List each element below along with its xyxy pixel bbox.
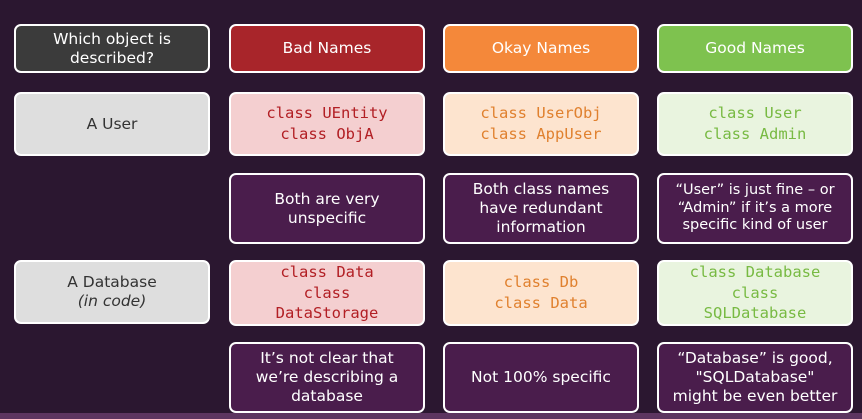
comment-line: database <box>291 386 363 405</box>
code-line: class User <box>708 104 802 123</box>
database-bad-comment: It’s not clear that we’re describing a d… <box>229 342 425 413</box>
question-header: Which object is described? <box>14 24 210 73</box>
database-bad-names: class Data class DataStorage <box>229 260 425 326</box>
user-okay-comment: Both class names have redundant informat… <box>443 173 639 244</box>
code-line: class AppUser <box>480 125 602 143</box>
row-label-database-note: (in code) <box>77 292 147 310</box>
bad-names-header: Bad Names <box>229 24 425 73</box>
comment-line: might be even better <box>672 386 838 405</box>
comment-line: information <box>496 217 586 236</box>
comment-line: “User” is just fine – or <box>675 181 835 198</box>
good-names-header: Good Names <box>657 24 853 73</box>
comment-line: unspecific <box>287 208 367 227</box>
row-label-user: A User <box>14 92 210 156</box>
code-line: class Data <box>494 294 588 312</box>
code-line: DataStorage <box>275 304 379 323</box>
database-okay-names: class Db class Data <box>443 260 639 326</box>
code-line: class <box>303 283 351 302</box>
code-line: class Db <box>503 273 579 292</box>
code-line: class Admin <box>703 125 807 143</box>
comment-line: specific kind of user <box>682 217 828 234</box>
user-good-names: class User class Admin <box>657 92 853 156</box>
database-okay-comment: Not 100% specific <box>443 342 639 413</box>
comment-line: "SQLDatabase" <box>695 368 815 387</box>
comment-line: have redundant <box>479 199 603 218</box>
row-label-user-text: A User <box>86 114 138 133</box>
okay-names-header: Okay Names <box>443 24 639 73</box>
code-line: class UserObj <box>480 104 602 123</box>
code-line: class Data <box>280 262 374 281</box>
row-label-database: A Database (in code) <box>14 260 210 324</box>
code-line: class UEntity <box>266 104 388 123</box>
video-progress-bar <box>0 413 862 419</box>
code-line: class ObjA <box>280 125 374 143</box>
comment-line: “Admin” if it’s a more <box>677 199 833 216</box>
comment-line: Both are very <box>274 189 380 208</box>
comment-line: “Database” is good, <box>677 349 833 368</box>
comment-line: Both class names <box>472 180 610 199</box>
code-line: class Database <box>689 262 821 281</box>
comment-line: we’re describing a <box>255 368 399 387</box>
question-header-line1: Which object is <box>53 29 171 48</box>
user-good-comment: “User” is just fine – or “Admin” if it’s… <box>657 173 853 244</box>
comment-line: It’s not clear that <box>260 349 394 368</box>
code-line: SQLDatabase <box>703 304 807 323</box>
user-bad-comment: Both are very unspecific <box>229 173 425 244</box>
user-okay-names: class UserObj class AppUser <box>443 92 639 156</box>
comment-line: Not 100% specific <box>471 368 611 387</box>
row-label-database-text: A Database <box>67 273 157 292</box>
code-line: class <box>731 283 779 302</box>
question-header-line2: described? <box>69 48 155 67</box>
user-bad-names: class UEntity class ObjA <box>229 92 425 156</box>
database-good-names: class Database class SQLDatabase <box>657 260 853 326</box>
database-good-comment: “Database” is good, "SQLDatabase" might … <box>657 342 853 413</box>
